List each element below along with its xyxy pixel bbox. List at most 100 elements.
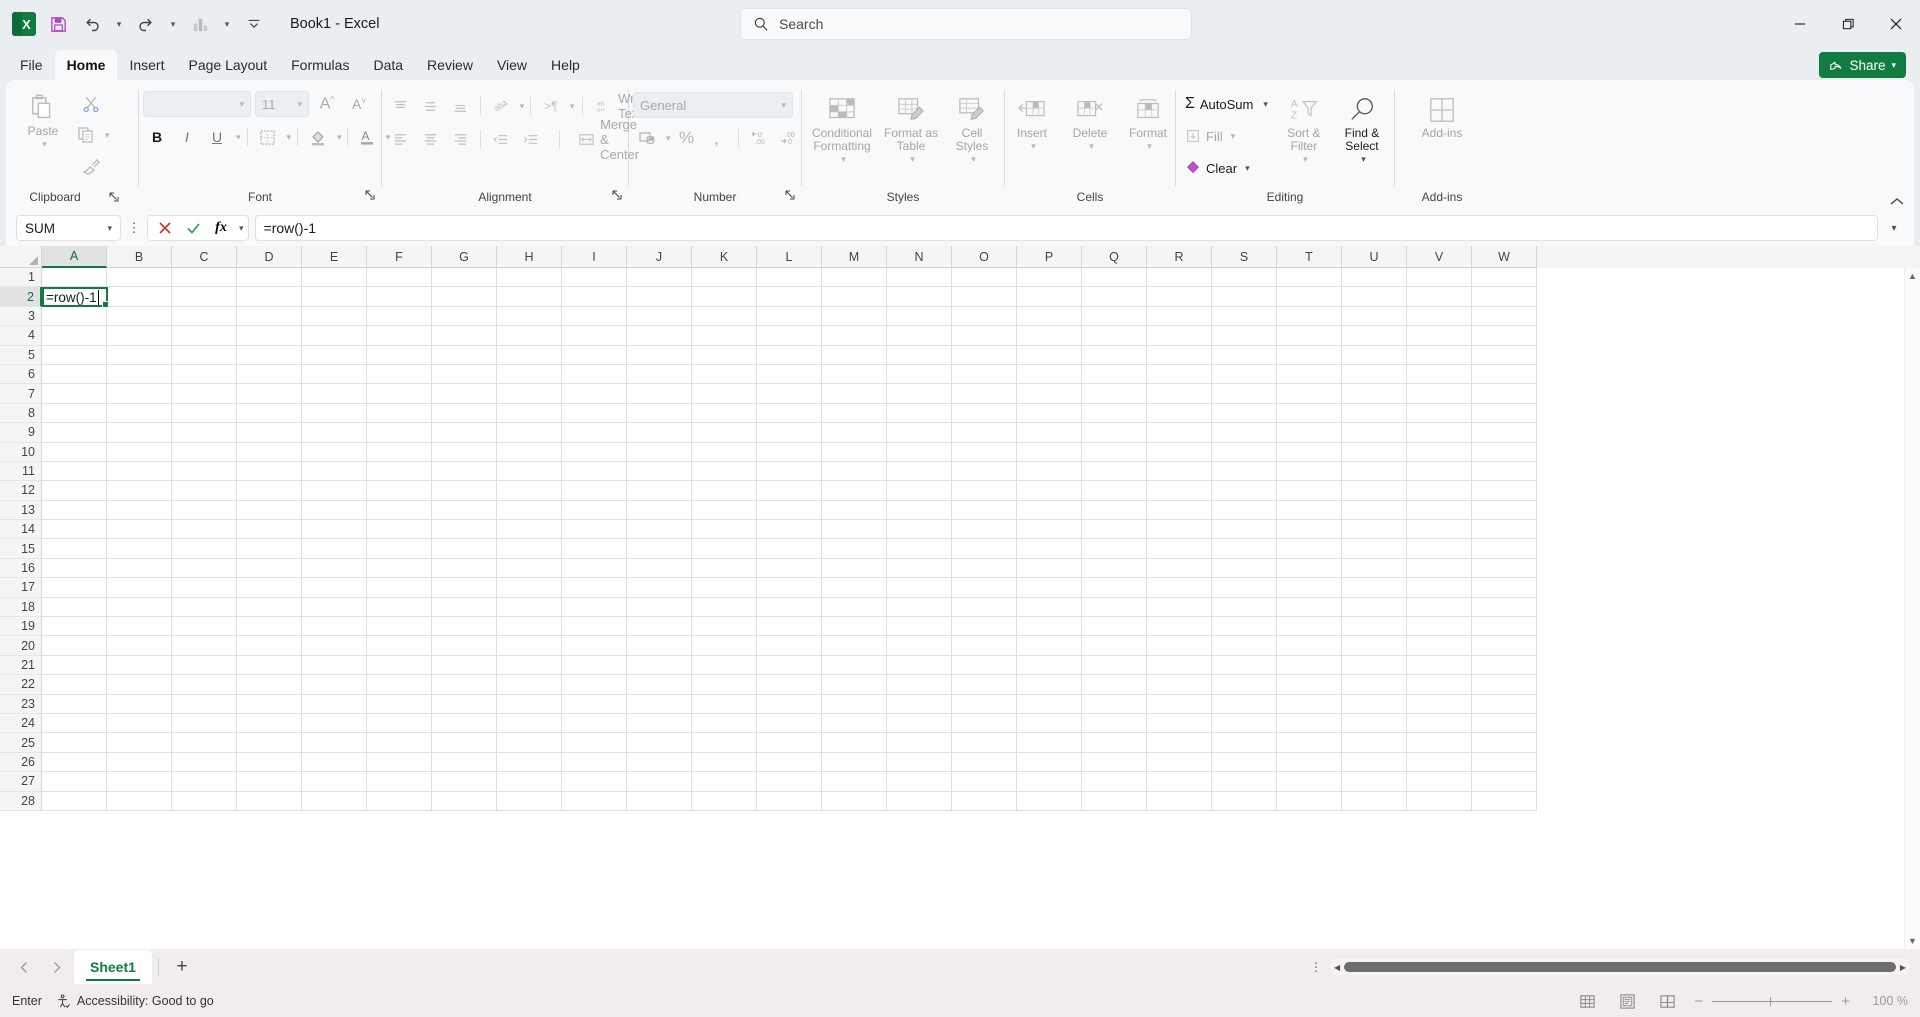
cell-L18[interactable] (757, 597, 822, 618)
cell-K23[interactable] (692, 694, 757, 714)
cell-J14[interactable] (627, 520, 692, 540)
cell-B18[interactable] (107, 597, 172, 618)
cell-R9[interactable] (1147, 423, 1212, 443)
cell-P27[interactable] (1017, 772, 1082, 792)
cell-T19[interactable] (1277, 617, 1342, 637)
cell-Q25[interactable] (1082, 733, 1147, 753)
cell-E2[interactable] (302, 287, 367, 307)
cell-O16[interactable] (952, 558, 1017, 579)
cell-D21[interactable] (237, 655, 302, 676)
cell-K22[interactable] (692, 675, 757, 695)
cell-U25[interactable] (1342, 733, 1407, 753)
cell-G3[interactable] (432, 306, 497, 327)
cell-W28[interactable] (1472, 791, 1537, 811)
cell-U3[interactable] (1342, 306, 1407, 327)
cell-G2[interactable] (432, 287, 497, 307)
cell-T10[interactable] (1277, 442, 1342, 462)
cell-U11[interactable] (1342, 461, 1407, 482)
cell-B20[interactable] (107, 636, 172, 656)
cell-A13[interactable] (42, 500, 107, 521)
cell-K20[interactable] (692, 636, 757, 656)
cell-R11[interactable] (1147, 461, 1212, 482)
cell-W3[interactable] (1472, 306, 1537, 327)
cell-H24[interactable] (497, 713, 562, 734)
search-input[interactable]: Search (740, 8, 1192, 40)
text-direction-button[interactable]: >¶ (537, 92, 565, 120)
cell-F20[interactable] (367, 636, 432, 656)
cell-K11[interactable] (692, 461, 757, 482)
cell-V9[interactable] (1407, 423, 1472, 443)
cell-H5[interactable] (497, 345, 562, 365)
cell-O23[interactable] (952, 694, 1017, 714)
cell-P19[interactable] (1017, 617, 1082, 637)
cell-G16[interactable] (432, 558, 497, 579)
cell-K26[interactable] (692, 752, 757, 773)
cell-M2[interactable] (822, 287, 887, 307)
cell-R8[interactable] (1147, 403, 1212, 424)
cell-Q16[interactable] (1082, 558, 1147, 579)
tab-file[interactable]: File (8, 50, 55, 80)
cell-G4[interactable] (432, 326, 497, 346)
cell-B22[interactable] (107, 675, 172, 695)
cell-D25[interactable] (237, 733, 302, 753)
cell-E8[interactable] (302, 403, 367, 424)
cell-A24[interactable] (42, 713, 107, 734)
tab-home[interactable]: Home (54, 50, 118, 80)
cell-H26[interactable] (497, 752, 562, 773)
cell-O22[interactable] (952, 675, 1017, 695)
cell-A22[interactable] (42, 675, 107, 695)
row-header-8[interactable]: 8 (0, 403, 42, 424)
cell-Q20[interactable] (1082, 636, 1147, 656)
row-header-14[interactable]: 14 (0, 520, 42, 540)
cell-Q27[interactable] (1082, 772, 1147, 792)
cell-I12[interactable] (562, 481, 627, 501)
cell-K1[interactable] (692, 268, 757, 288)
cell-H21[interactable] (497, 655, 562, 676)
cell-Q13[interactable] (1082, 500, 1147, 521)
cell-G22[interactable] (432, 675, 497, 695)
cell-W11[interactable] (1472, 461, 1537, 482)
cell-I10[interactable] (562, 442, 627, 462)
cell-L21[interactable] (757, 655, 822, 676)
cell-J10[interactable] (627, 442, 692, 462)
cell-N4[interactable] (887, 326, 952, 346)
cell-R15[interactable] (1147, 539, 1212, 559)
cell-L27[interactable] (757, 772, 822, 792)
cell-H28[interactable] (497, 791, 562, 811)
cell-W12[interactable] (1472, 481, 1537, 501)
cell-F13[interactable] (367, 500, 432, 521)
cell-M14[interactable] (822, 520, 887, 540)
cell-B24[interactable] (107, 713, 172, 734)
column-header-L[interactable]: L (757, 246, 822, 268)
cell-D23[interactable] (237, 694, 302, 714)
cell-G24[interactable] (432, 713, 497, 734)
column-header-Q[interactable]: Q (1082, 246, 1147, 268)
cell-K18[interactable] (692, 597, 757, 618)
cell-N8[interactable] (887, 403, 952, 424)
cell-O3[interactable] (952, 306, 1017, 327)
alignment-dialog-launcher[interactable] (612, 190, 622, 200)
new-sheet-button[interactable]: + (165, 952, 199, 982)
cell-U18[interactable] (1342, 597, 1407, 618)
cell-K7[interactable] (692, 384, 757, 404)
cell-S17[interactable] (1212, 578, 1277, 598)
cell-A5[interactable] (42, 345, 107, 365)
cell-P11[interactable] (1017, 461, 1082, 482)
cell-G17[interactable] (432, 578, 497, 598)
cell-J19[interactable] (627, 617, 692, 637)
cell-B7[interactable] (107, 384, 172, 404)
cell-C15[interactable] (172, 539, 237, 559)
row-header-17[interactable]: 17 (0, 578, 42, 598)
cell-O2[interactable] (952, 287, 1017, 307)
undo-dropdown-icon[interactable]: ▾ (110, 9, 128, 39)
cell-S23[interactable] (1212, 694, 1277, 714)
cell-S9[interactable] (1212, 423, 1277, 443)
cell-W19[interactable] (1472, 617, 1537, 637)
font-dialog-launcher[interactable] (365, 190, 375, 200)
accessibility-status[interactable]: Accessibility: Good to go (56, 993, 214, 1009)
cell-Q23[interactable] (1082, 694, 1147, 714)
cell-S28[interactable] (1212, 791, 1277, 811)
cell-Q10[interactable] (1082, 442, 1147, 462)
cell-O13[interactable] (952, 500, 1017, 521)
cell-F12[interactable] (367, 481, 432, 501)
